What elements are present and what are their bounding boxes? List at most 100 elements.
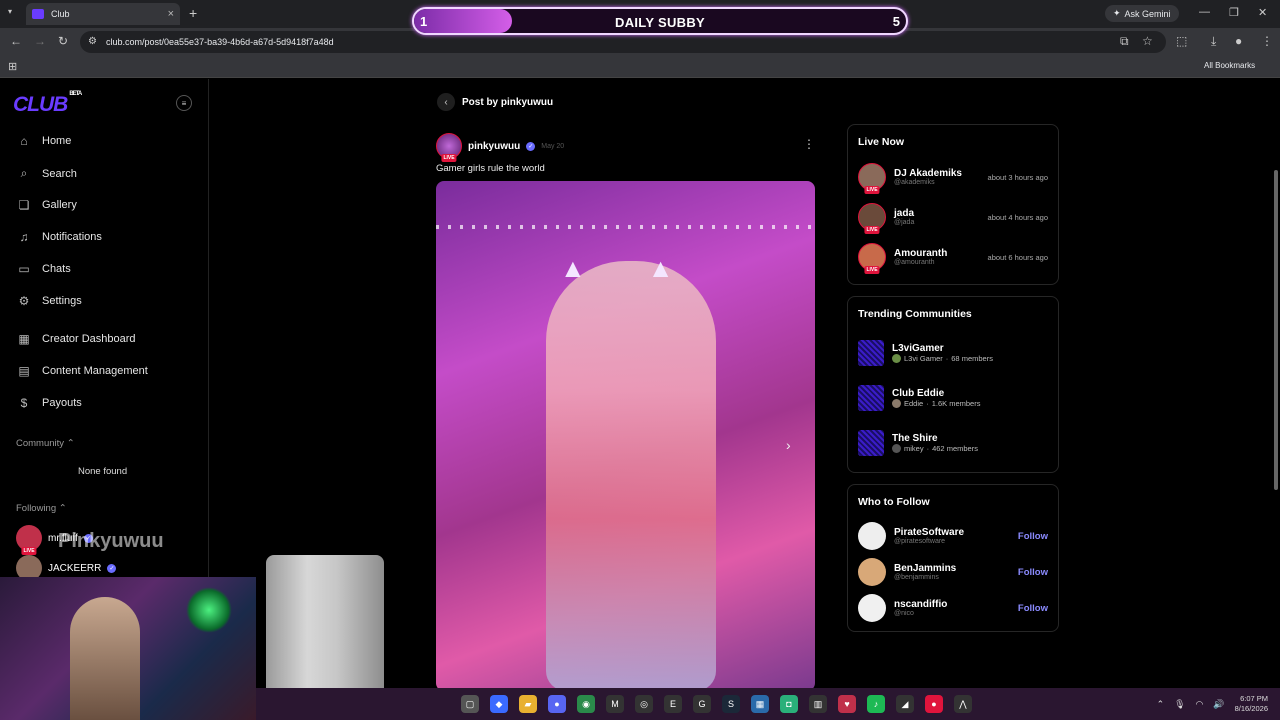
post-photo-subject — [546, 261, 716, 691]
volume-icon[interactable]: 🔊 — [1213, 699, 1224, 710]
avatar: LIVE — [16, 525, 42, 555]
following-section-toggle[interactable]: Following ⌃ — [16, 503, 67, 514]
all-bookmarks-button[interactable]: All Bookmarks — [1204, 61, 1255, 70]
nav-settings[interactable]: ⚙ Settings — [16, 294, 82, 308]
page-scrollbar[interactable] — [1272, 158, 1280, 490]
app-icon[interactable]: ⋀ — [954, 695, 972, 713]
reload-icon[interactable]: ↻ — [58, 34, 68, 48]
app-icon[interactable]: G — [693, 695, 711, 713]
bookmark-star-icon[interactable]: ☆ — [1142, 34, 1153, 48]
browser-tab[interactable]: Club × — [26, 3, 180, 25]
weather-widget-icon[interactable] — [432, 695, 450, 713]
suggestion-name: BenJammins — [894, 563, 957, 574]
nav-home[interactable]: ⌂ Home — [16, 134, 71, 148]
post-options-icon[interactable]: ⋮ — [803, 137, 815, 151]
nav-label: Payouts — [42, 397, 82, 409]
nav-label: Notifications — [42, 231, 102, 243]
restore-icon[interactable]: ❐ — [1229, 6, 1239, 19]
nav-chats[interactable]: ▭ Chats — [16, 262, 70, 276]
author-avatar[interactable]: LIVE — [436, 133, 462, 162]
epic-games-icon[interactable]: E — [664, 695, 682, 713]
clock[interactable]: 6:07 PM 8/16/2026 — [1235, 694, 1268, 714]
follow-button[interactable]: Follow — [1018, 531, 1048, 542]
live-name: Amouranth — [894, 248, 948, 259]
forward-arrow-icon[interactable]: → — [34, 34, 46, 48]
tab-search-icon[interactable]: ▾ — [8, 7, 12, 16]
app-icon[interactable]: ◘ — [780, 695, 798, 713]
nav-payouts[interactable]: $ Payouts — [16, 396, 82, 410]
app-icon[interactable]: ◎ — [635, 695, 653, 713]
copilot-icon[interactable]: ◆ — [490, 695, 508, 713]
profile-avatar-icon[interactable]: ● — [1235, 34, 1242, 48]
live-badge: LIVE — [864, 266, 880, 274]
search-icon: ⌕ — [20, 166, 28, 180]
install-app-icon[interactable]: ⧉ — [1120, 34, 1129, 49]
tray-chevron-icon[interactable]: ⌃ — [1157, 699, 1165, 710]
neon-light — [186, 587, 232, 633]
community-item[interactable]: The Shire mikey · 462 members — [858, 430, 1048, 456]
next-image-chevron-icon[interactable]: › — [786, 437, 791, 453]
back-arrow-icon[interactable]: ← — [10, 34, 22, 48]
suggestion-item[interactable]: BenJammins @benjammins Follow — [858, 558, 1048, 586]
file-explorer-icon[interactable]: ▰ — [519, 695, 537, 713]
microphone-icon[interactable]: 🎙 — [1174, 699, 1185, 710]
follow-button[interactable]: Follow — [1018, 567, 1048, 578]
spotify-icon[interactable]: ♪ — [867, 695, 885, 713]
chat-icon: ▭ — [18, 262, 30, 276]
ask-gemini-button[interactable]: ✦ Ask Gemini — [1105, 5, 1179, 22]
nav-creator-dashboard[interactable]: ▦ Creator Dashboard — [16, 332, 135, 346]
task-view-icon[interactable]: ▢ — [461, 695, 479, 713]
steam-icon[interactable]: S — [722, 695, 740, 713]
extensions-icon[interactable]: ⬚ — [1176, 34, 1187, 48]
nav-notifications[interactable]: ♫ Notifications — [16, 230, 102, 244]
club-logo[interactable]: CLUB BETA — [13, 91, 82, 117]
wifi-icon[interactable]: ◠ — [1196, 699, 1204, 710]
live-now-item[interactable]: LIVE DJ Akademiks @akademiks about 3 hour… — [858, 163, 1048, 194]
author-name[interactable]: pinkyuwuu — [468, 141, 520, 152]
scrollbar-thumb[interactable] — [1274, 170, 1278, 490]
site-info-icon[interactable]: ⚙ — [88, 36, 97, 47]
back-button[interactable]: ‹ — [437, 93, 455, 111]
nav-content-management[interactable]: ▤ Content Management — [16, 364, 147, 378]
post-header-title: Post by pinkyuwuu — [462, 97, 554, 108]
nvidia-icon[interactable]: ◢ — [896, 695, 914, 713]
community-owner: L3vi Gamer — [904, 354, 943, 363]
minimize-icon[interactable]: — — [1199, 6, 1210, 18]
maps-icon[interactable]: ♥ — [838, 695, 856, 713]
live-badge: LIVE — [21, 547, 37, 555]
trending-title: Trending Communities — [858, 308, 972, 320]
who-to-follow-title: Who to Follow — [858, 496, 930, 508]
url-text: club.com/post/0ea55e37-ba39-4b6d-a67d-5d… — [106, 37, 334, 47]
follow-button[interactable]: Follow — [1018, 603, 1048, 614]
sidebar-menu-icon[interactable]: ≡ — [176, 95, 192, 111]
community-item[interactable]: Club Eddie Eddie · 1.6K members — [858, 385, 1048, 411]
community-section-toggle[interactable]: Community ⌃ — [16, 438, 75, 449]
gmail-icon[interactable]: M — [606, 695, 624, 713]
chrome-menu-icon[interactable]: ⋮ — [1261, 34, 1273, 48]
window-close-icon[interactable]: ✕ — [1258, 6, 1267, 19]
record-icon[interactable]: ● — [925, 695, 943, 713]
post-author[interactable]: LIVE pinkyuwuu ✓ May 20 — [436, 133, 564, 162]
live-now-item[interactable]: LIVE jada @jada about 4 hours ago — [858, 203, 1048, 234]
close-tab-icon[interactable]: × — [168, 8, 174, 20]
nav-gallery[interactable]: ❏ Gallery — [16, 198, 77, 212]
nav-search[interactable]: ⌕ Search — [16, 166, 77, 181]
discord-icon[interactable]: ● — [548, 695, 566, 713]
downloads-icon[interactable]: ⤓ — [1211, 34, 1216, 49]
new-tab-icon[interactable]: + — [189, 5, 197, 21]
chrome-icon[interactable]: ◉ — [577, 695, 595, 713]
content-icon: ▤ — [18, 364, 30, 378]
owner-avatar — [892, 444, 901, 453]
dollar-icon: $ — [20, 396, 28, 410]
app-icon[interactable]: ▥ — [809, 695, 827, 713]
suggestion-item[interactable]: nscandiffio @nico Follow — [858, 594, 1048, 622]
apps-grid-icon[interactable]: ⊞ — [8, 60, 17, 73]
live-now-item[interactable]: LIVE Amouranth @amouranth about 6 hours a… — [858, 243, 1048, 274]
app-icon[interactable]: ▦ — [751, 695, 769, 713]
bell-icon: ♫ — [19, 230, 29, 244]
dashboard-icon: ▦ — [18, 332, 30, 346]
suggestion-item[interactable]: PirateSoftware @piratesoftware Follow — [858, 522, 1048, 550]
community-item[interactable]: L3viGamer L3vi Gamer · 68 members — [858, 340, 1048, 366]
post-image[interactable]: ▲▲ › — [436, 181, 815, 691]
post-caption: Gamer girls rule the world — [436, 163, 545, 174]
